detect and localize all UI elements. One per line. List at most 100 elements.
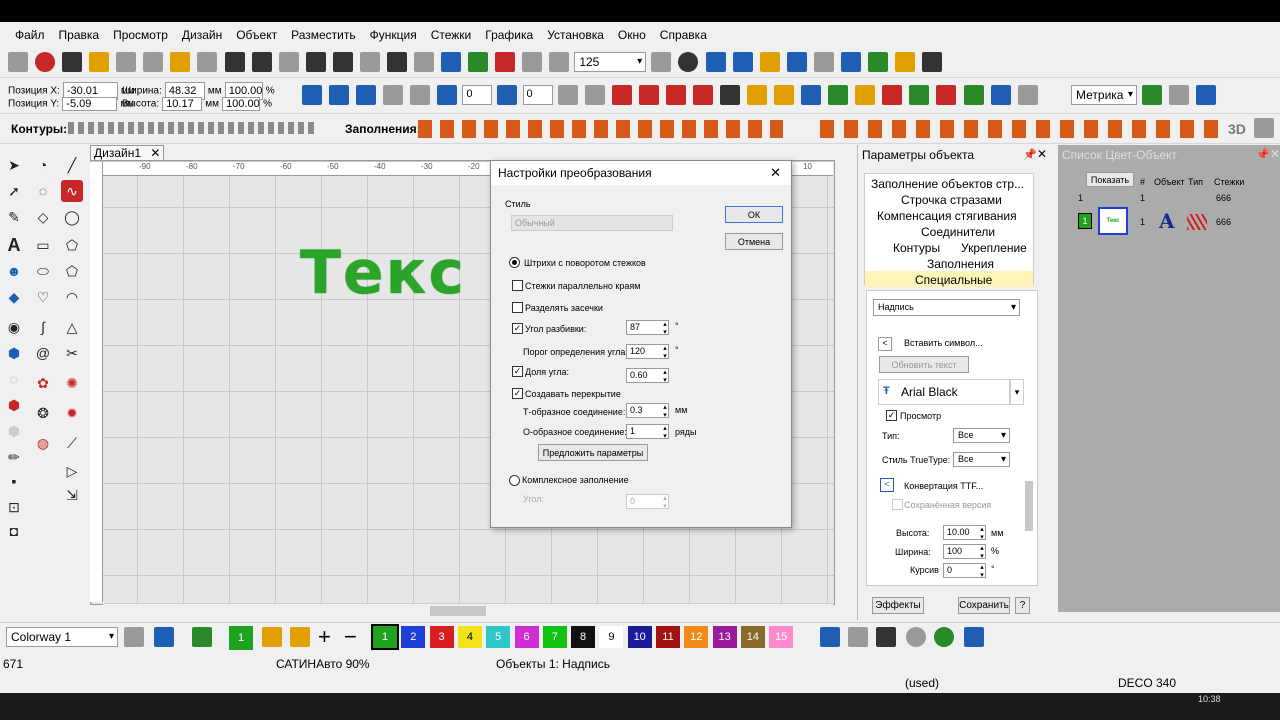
flag-icon[interactable] [1142, 85, 1163, 105]
zoom-select[interactable]: 125 [574, 52, 647, 72]
lasso-icon[interactable]: ◌ [3, 368, 25, 390]
complex-fill-radio[interactable] [509, 475, 520, 486]
fill-stitch-icon[interactable] [611, 85, 632, 105]
height-field[interactable]: 10.17 [162, 97, 203, 111]
color-wheel-icon[interactable] [934, 627, 954, 647]
layers-icon[interactable] [116, 52, 137, 72]
select-arrow-icon[interactable]: ➤ [3, 154, 25, 176]
pos-y-field[interactable]: -5.09 [62, 97, 118, 111]
wave-icon[interactable] [774, 85, 795, 105]
smart-join-icon[interactable]: ∿ [61, 180, 83, 202]
dots-grid-icon[interactable] [813, 52, 834, 72]
travel-icon[interactable] [468, 52, 489, 72]
close-icon[interactable]: ✕ [150, 146, 160, 160]
measure-icon[interactable] [705, 52, 726, 72]
units-select[interactable]: Метрика [1071, 85, 1137, 105]
menu-design[interactable]: Дизайн [175, 28, 229, 42]
object-type-select[interactable]: Надпись [873, 299, 1020, 316]
reshape-node-icon[interactable]: ➚ [3, 180, 25, 202]
wreath-icon[interactable]: ❂ [32, 402, 54, 424]
canvas-vscroll[interactable] [836, 145, 856, 615]
convert-arrow-icon[interactable]: < [880, 478, 894, 492]
color-panel-pin-icon[interactable]: 📌 [1256, 148, 1270, 161]
node-line-icon[interactable]: ⟋ [61, 432, 83, 454]
circle-tool-icon[interactable]: ◯ [61, 206, 83, 228]
frame-icon[interactable] [786, 52, 807, 72]
threshold-field[interactable]: 120 [626, 344, 669, 360]
print-preview-icon[interactable] [278, 52, 299, 72]
sun-icon[interactable]: ✹ [61, 402, 83, 424]
split-angle-field[interactable]: 87 [626, 320, 669, 336]
back-arrow-icon[interactable]: < [878, 337, 892, 351]
color-swatch-8[interactable]: 8 [571, 626, 596, 648]
object-thumbnail[interactable]: Текс [1098, 207, 1128, 235]
undo-icon[interactable] [386, 52, 407, 72]
rotate-left-icon[interactable] [437, 85, 458, 105]
panel-close-icon[interactable]: ✕ [1037, 147, 1047, 161]
arrows-icon[interactable] [936, 85, 957, 105]
crop-icon[interactable]: ⊡ [3, 496, 25, 518]
menu-view[interactable]: Просмотр [106, 28, 175, 42]
angle-ratio-checkbox[interactable]: ✓ [512, 366, 523, 377]
ok-button[interactable]: ОК [725, 206, 783, 223]
triangle-run-icon[interactable]: △ [61, 316, 83, 338]
help-button[interactable]: ? [1015, 597, 1030, 614]
color-swatch-3[interactable]: 3 [429, 626, 454, 648]
hook-icon[interactable] [882, 85, 903, 105]
tab-object-fill[interactable]: Заполнение объектов стр... [871, 177, 1024, 191]
tab-connectors[interactable]: Соединители [921, 225, 995, 239]
overlap-checkbox[interactable]: ✓ [512, 388, 523, 399]
paint-bucket-icon[interactable] [290, 627, 310, 647]
info-icon[interactable] [678, 52, 699, 72]
color-grid-icon[interactable] [124, 627, 144, 647]
colorway-select[interactable]: Colorway 1 [6, 627, 118, 647]
contour-styles[interactable] [68, 122, 318, 134]
saved-version-checkbox[interactable] [892, 499, 903, 510]
shirt-icon[interactable] [909, 85, 930, 105]
link-icon[interactable] [1169, 85, 1190, 105]
tab-underlay[interactable]: Укрепление [961, 241, 1027, 255]
picture-icon[interactable] [801, 85, 822, 105]
menu-arrange[interactable]: Разместить [284, 28, 363, 42]
menu-object[interactable]: Объект [229, 28, 284, 42]
arrow-tri-icon[interactable]: ▷ [61, 460, 83, 482]
garment-icon[interactable] [192, 627, 212, 647]
palette-icon[interactable] [154, 627, 174, 647]
print-icon[interactable] [251, 52, 272, 72]
travel-back-icon[interactable] [522, 52, 543, 72]
fill-effects[interactable] [820, 120, 1225, 138]
stitch-angle-icon[interactable] [557, 85, 578, 105]
swirl-icon[interactable]: ◍ [32, 432, 54, 454]
tab-outlines[interactable]: Контуры [893, 241, 940, 255]
reshape-icon[interactable]: ◔ [32, 154, 54, 176]
color-swatch-12[interactable]: 12 [684, 626, 709, 648]
type-select[interactable]: Все [953, 428, 1010, 443]
mirror-v-icon[interactable] [356, 85, 377, 105]
split-serifs-checkbox[interactable] [512, 302, 523, 313]
convert-ttf-button[interactable]: Конвертация TTF... [904, 481, 983, 491]
pencil-icon[interactable]: ✏ [3, 446, 25, 468]
cut-icon[interactable] [305, 52, 326, 72]
menu-graphics[interactable]: Графика [478, 28, 540, 42]
font-dropdown-icon[interactable]: ▾ [1010, 379, 1024, 405]
suggest-params-button[interactable]: Предложить параметры [538, 444, 648, 461]
new-file-icon[interactable] [143, 52, 164, 72]
ttf-style-select[interactable]: Все [953, 452, 1010, 467]
team-icon[interactable]: ☻ [3, 260, 25, 282]
cursor-toggle-icon[interactable] [1196, 85, 1217, 105]
balloon-icon[interactable] [62, 52, 83, 72]
color-swatch-4[interactable]: 4 [457, 626, 482, 648]
no-color-icon[interactable] [876, 627, 896, 647]
target-icon[interactable]: ◉ [3, 316, 25, 338]
hscroll-thumb[interactable] [430, 606, 486, 616]
spool-icon[interactable] [964, 627, 984, 647]
table-icon[interactable] [1017, 85, 1038, 105]
hoop-icon[interactable] [759, 52, 780, 72]
travel-forward-icon[interactable] [549, 52, 570, 72]
preview-checkbox[interactable]: ✓ [886, 410, 897, 421]
color-panel-close-icon[interactable]: ✕ [1270, 147, 1280, 161]
fork-icon[interactable] [747, 85, 767, 105]
menu-help[interactable]: Справка [653, 28, 714, 42]
3d-button[interactable]: 3D [1228, 121, 1246, 137]
calendar-icon[interactable] [990, 85, 1011, 105]
